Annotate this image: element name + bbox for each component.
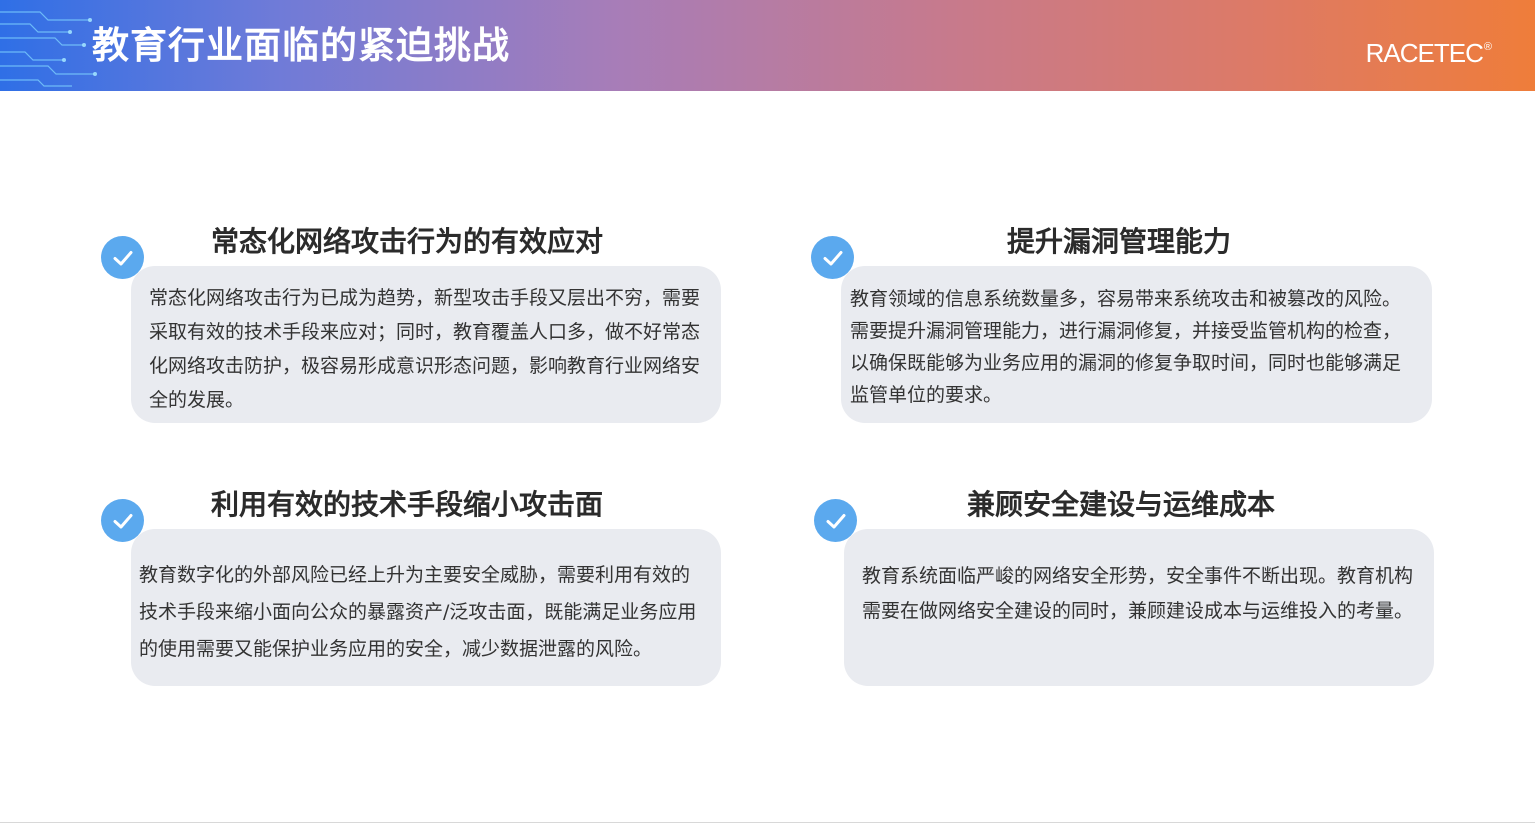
header-banner: 教育行业面临的紧迫挑战 RACETEC® xyxy=(0,0,1535,91)
card-body-text: 教育领域的信息系统数量多，容易带来系统攻击和被篡改的风险。需要提升漏洞管理能力，… xyxy=(850,288,1402,406)
card-title-security-cost-balance: 兼顾安全建设与运维成本 xyxy=(967,488,1276,521)
card-title-vulnerability-management: 提升漏洞管理能力 xyxy=(1007,225,1232,258)
logo-text: RACETEC xyxy=(1365,38,1484,68)
card-panel-attack-response: 常态化网络攻击行为已成为趋势，新型攻击手段又层出不穷，需要采取有效的技术手段来应… xyxy=(131,266,721,423)
bottom-divider xyxy=(0,822,1535,823)
page-title: 教育行业面临的紧迫挑战 xyxy=(92,24,510,67)
card-body-text: 教育数字化的外部风险已经上升为主要安全威胁，需要利用有效的技术手段来缩小面向公众… xyxy=(139,564,697,660)
registered-mark: ® xyxy=(1483,41,1492,53)
check-icon xyxy=(101,499,144,542)
card-panel-reduce-attack-surface: 教育数字化的外部风险已经上升为主要安全威胁，需要利用有效的技术手段来缩小面向公众… xyxy=(131,529,721,686)
card-panel-security-cost-balance: 教育系统面临严峻的网络安全形势，安全事件不断出现。教育机构需要在做网络安全建设的… xyxy=(844,529,1434,686)
check-icon xyxy=(101,236,144,279)
card-body-text: 教育系统面临严峻的网络安全形势，安全事件不断出现。教育机构需要在做网络安全建设的… xyxy=(862,565,1414,622)
card-body-text: 常态化网络攻击行为已成为趋势，新型攻击手段又层出不穷，需要采取有效的技术手段来应… xyxy=(149,287,701,411)
card-panel-vulnerability-management: 教育领域的信息系统数量多，容易带来系统攻击和被篡改的风险。需要提升漏洞管理能力，… xyxy=(841,266,1432,423)
card-title-reduce-attack-surface: 利用有效的技术手段缩小攻击面 xyxy=(211,488,604,521)
brand-logo: RACETEC® xyxy=(1365,32,1492,68)
card-title-attack-response: 常态化网络攻击行为的有效应对 xyxy=(211,225,604,258)
check-icon xyxy=(814,499,857,542)
check-icon xyxy=(811,236,854,279)
